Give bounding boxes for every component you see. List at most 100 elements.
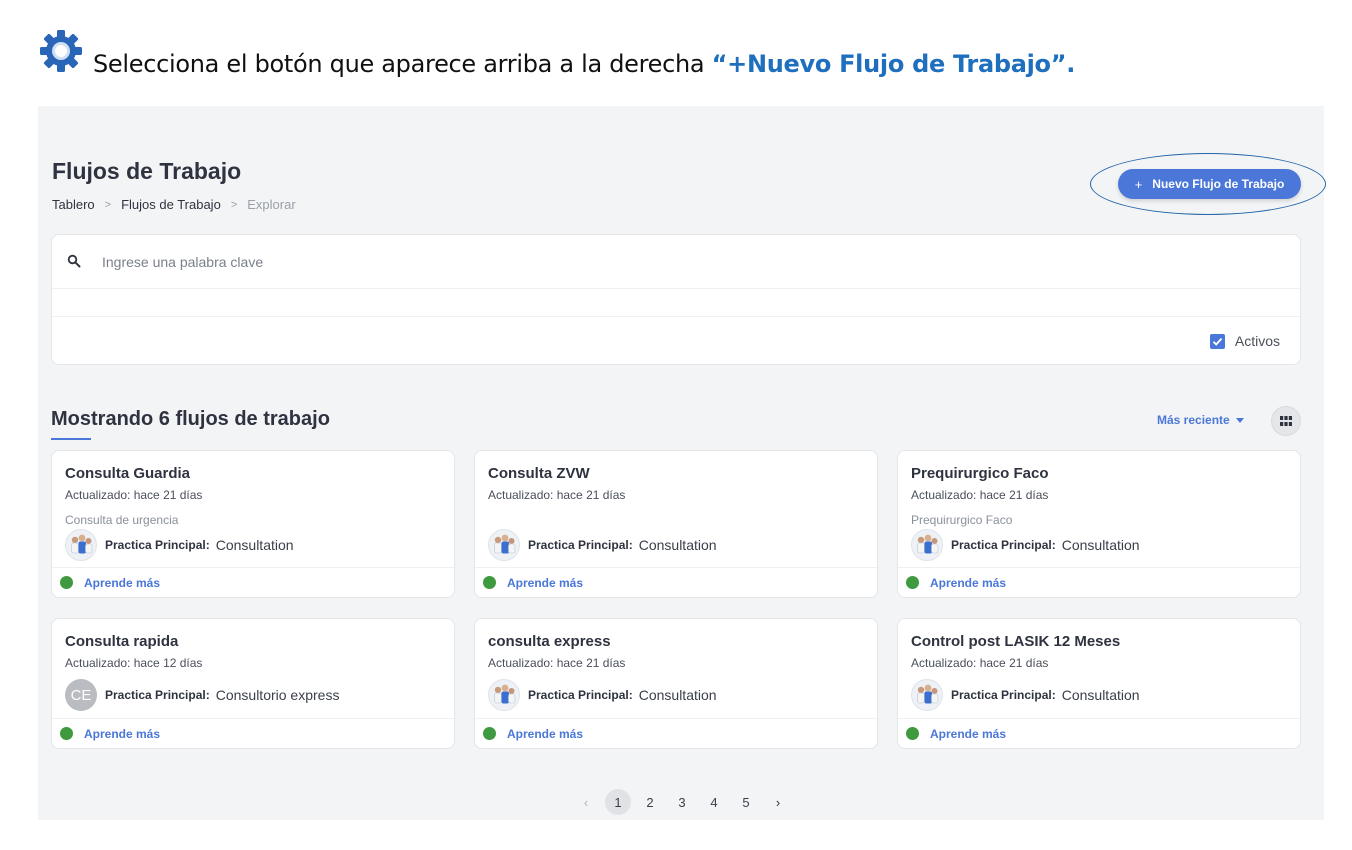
- plus-icon: +: [1134, 176, 1143, 192]
- learn-more-link[interactable]: Aprende más: [930, 727, 1006, 741]
- card-practice: Practica Principal: Consultation: [911, 679, 1140, 711]
- workflow-card[interactable]: Consulta Guardia Actualizado: hace 21 día…: [51, 450, 455, 598]
- page-5[interactable]: 5: [733, 789, 759, 815]
- instruction-text: Selecciona el botón que aparece arriba a…: [93, 50, 1075, 78]
- page-title: Flujos de Trabajo: [52, 158, 242, 184]
- card-title[interactable]: consulta express: [488, 633, 611, 650]
- divider: [52, 316, 1300, 317]
- card-description: Consulta de urgencia: [65, 513, 179, 527]
- status-dot: [906, 727, 919, 740]
- active-checkbox[interactable]: [1209, 333, 1225, 349]
- breadcrumb-item-explorar: Explorar: [247, 197, 296, 212]
- practice-value: Consultation: [638, 687, 717, 703]
- active-filter[interactable]: Activos: [1209, 333, 1280, 349]
- workflow-card[interactable]: Prequirurgico Faco Actualizado: hace 21 d…: [897, 450, 1301, 598]
- chevron-right-icon: >: [230, 198, 238, 211]
- search-icon: [67, 254, 81, 268]
- gear-icon: [40, 30, 82, 72]
- results-underline: [51, 438, 91, 440]
- search-input[interactable]: [102, 251, 902, 273]
- workflow-card[interactable]: Consulta ZVW Actualizado: hace 21 días Pra…: [474, 450, 878, 598]
- card-updated: Actualizado: hace 21 días: [65, 488, 203, 502]
- avatar: [911, 679, 943, 711]
- card-practice: Practica Principal: Consultation: [488, 529, 717, 561]
- status-dot: [906, 576, 919, 589]
- instruction-prefix: Selecciona el botón que aparece arriba a…: [93, 50, 712, 78]
- learn-more-link[interactable]: Aprende más: [507, 576, 583, 590]
- status-dot: [60, 576, 73, 589]
- chevron-right-icon: >: [104, 198, 112, 211]
- card-practice: Practica Principal: Consultation: [911, 529, 1140, 561]
- grid-icon: [1280, 416, 1292, 426]
- card-title[interactable]: Consulta rapida: [65, 633, 178, 650]
- sort-dropdown[interactable]: Más reciente: [1157, 413, 1244, 427]
- practice-value: Consultation: [1061, 687, 1140, 703]
- page-1[interactable]: 1: [605, 789, 631, 815]
- learn-more-link[interactable]: Aprende más: [84, 576, 160, 590]
- next-page-icon[interactable]: ›: [765, 789, 791, 815]
- workflow-card[interactable]: Control post LASIK 12 Meses Actualizado: …: [897, 618, 1301, 749]
- results-title: Mostrando 6 flujos de trabajo: [51, 408, 330, 430]
- card-practice: Practica Principal: Consultation: [65, 529, 294, 561]
- card-updated: Actualizado: hace 21 días: [911, 488, 1049, 502]
- card-title[interactable]: Prequirurgico Faco: [911, 465, 1049, 482]
- prev-page-icon[interactable]: ‹: [573, 789, 599, 815]
- breadcrumb: Tablero > Flujos de Trabajo > Explorar: [52, 197, 296, 212]
- card-description: Prequirurgico Faco: [911, 513, 1013, 527]
- learn-more-link[interactable]: Aprende más: [930, 576, 1006, 590]
- search-card: Activos: [51, 234, 1301, 365]
- card-title[interactable]: Consulta Guardia: [65, 465, 190, 482]
- card-footer: Aprende más: [475, 567, 877, 597]
- practice-value: Consultation: [1061, 537, 1140, 553]
- breadcrumb-item-tablero[interactable]: Tablero: [52, 197, 95, 212]
- active-label: Activos: [1234, 333, 1280, 349]
- card-title[interactable]: Consulta ZVW: [488, 465, 590, 482]
- pagination: ‹ 1 2 3 4 5 ›: [573, 789, 791, 815]
- workflow-card[interactable]: Consulta rapida Actualizado: hace 12 días…: [51, 618, 455, 749]
- practice-value: Consultation: [638, 537, 717, 553]
- card-practice: CE Practica Principal: Consultorio express: [65, 679, 339, 711]
- app-panel: Flujos de Trabajo Tablero > Flujos de Tr…: [38, 106, 1326, 820]
- avatar: [488, 679, 520, 711]
- card-updated: Actualizado: hace 21 días: [911, 656, 1049, 670]
- learn-more-link[interactable]: Aprende más: [84, 727, 160, 741]
- practice-value: Consultorio express: [215, 687, 340, 703]
- card-footer: Aprende más: [475, 718, 877, 748]
- card-footer: Aprende más: [898, 718, 1300, 748]
- avatar: [488, 529, 520, 561]
- avatar: [911, 529, 943, 561]
- instruction-highlight: “+Nuevo Flujo de Trabajo”.: [711, 50, 1076, 78]
- check-icon: [1212, 337, 1223, 346]
- avatar: CE: [65, 679, 97, 711]
- new-workflow-button[interactable]: + Nuevo Flujo de Trabajo: [1118, 169, 1301, 199]
- grid-view-button[interactable]: [1271, 406, 1301, 436]
- learn-more-link[interactable]: Aprende más: [507, 727, 583, 741]
- card-title[interactable]: Control post LASIK 12 Meses: [911, 633, 1120, 650]
- practice-label: Practica Principal:: [528, 688, 633, 702]
- sort-label: Más reciente: [1157, 413, 1230, 427]
- search-row: [52, 235, 1300, 289]
- practice-value: Consultation: [215, 537, 294, 553]
- card-practice: Practica Principal: Consultation: [488, 679, 717, 711]
- card-footer: Aprende más: [898, 567, 1300, 597]
- card-updated: Actualizado: hace 21 días: [488, 656, 626, 670]
- card-updated: Actualizado: hace 12 días: [65, 656, 203, 670]
- practice-label: Practica Principal:: [105, 538, 210, 552]
- workflow-card[interactable]: consulta express Actualizado: hace 21 día…: [474, 618, 878, 749]
- practice-label: Practica Principal:: [951, 538, 1056, 552]
- status-dot: [60, 727, 73, 740]
- practice-label: Practica Principal:: [951, 688, 1056, 702]
- practice-label: Practica Principal:: [528, 538, 633, 552]
- status-dot: [483, 727, 496, 740]
- breadcrumb-item-flujos[interactable]: Flujos de Trabajo: [121, 197, 221, 212]
- page-2[interactable]: 2: [637, 789, 663, 815]
- caret-down-icon: [1235, 417, 1244, 423]
- avatar: [65, 529, 97, 561]
- page-4[interactable]: 4: [701, 789, 727, 815]
- practice-label: Practica Principal:: [105, 688, 210, 702]
- card-updated: Actualizado: hace 21 días: [488, 488, 626, 502]
- card-footer: Aprende más: [52, 718, 454, 748]
- page-3[interactable]: 3: [669, 789, 695, 815]
- new-workflow-label: Nuevo Flujo de Trabajo: [1152, 177, 1285, 191]
- status-dot: [483, 576, 496, 589]
